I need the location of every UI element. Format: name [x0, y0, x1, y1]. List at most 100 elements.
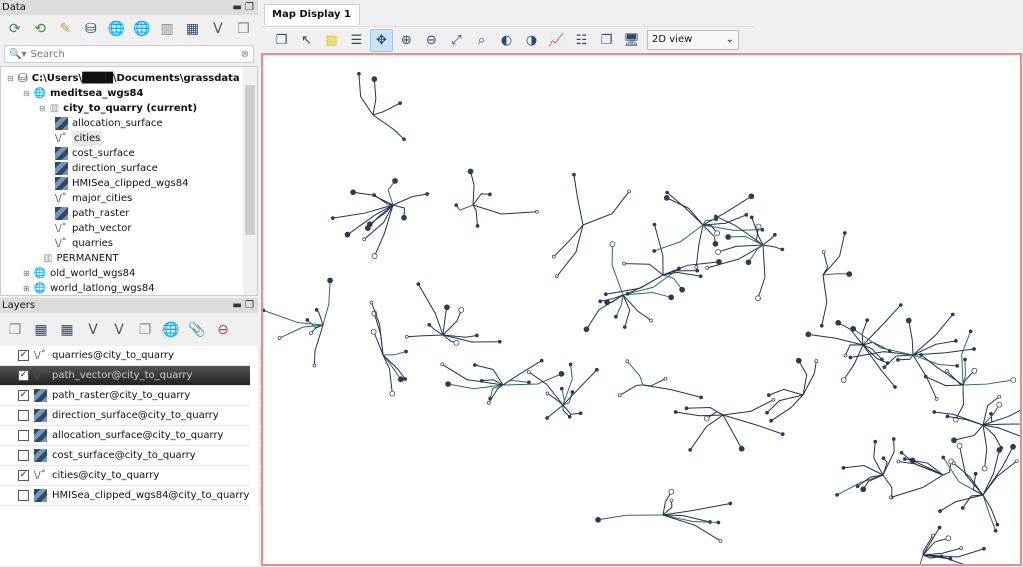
- layer-checkbox[interactable]: ✓: [18, 470, 29, 481]
- clear-search-icon[interactable]: ⊗: [241, 49, 249, 60]
- expander-icon[interactable]: ⊞: [23, 281, 30, 296]
- add-vector-misc-icon[interactable]: V: [108, 319, 130, 341]
- layer-row[interactable]: ✓\/˚path_vector@city_to_quarry▪: [0, 366, 278, 386]
- path-line: [762, 244, 783, 250]
- edit-pencil-icon[interactable]: ✎: [55, 18, 76, 40]
- zoom-out-icon[interactable]: ⊖: [420, 29, 443, 52]
- tree-item[interactable]: cost_surface: [55, 146, 135, 161]
- tree-item[interactable]: ⊟ ▥ city_to_quarry (current): [39, 101, 197, 116]
- tree-item[interactable]: ⊞ 🌐 old_world_wgs84: [23, 266, 135, 281]
- city-point: [714, 230, 720, 237]
- reload-icon[interactable]: ⟳: [4, 18, 25, 40]
- select-icon[interactable]: ▨: [320, 29, 343, 52]
- tree-scrollbar[interactable]: [243, 67, 257, 295]
- path-line: [762, 234, 776, 246]
- map-toolbar: ❐ ↖ ▨ ☰ ✥ ⊕ ⊖ ⤢ ⌕ ◐ ◑ 📈 ☷ ❐ 🖥 2D view ⌄: [262, 26, 754, 53]
- display-icon[interactable]: 🖥: [620, 29, 643, 52]
- tree-item[interactable]: direction_surface: [55, 161, 158, 176]
- zoom-in-icon[interactable]: ⊕: [395, 29, 418, 52]
- city-point: [973, 471, 978, 476]
- layer-row[interactable]: ✓\/˚cities@city_to_quarry▪: [0, 466, 278, 486]
- path-line: [702, 195, 752, 226]
- database-add-icon[interactable]: ⛁: [80, 18, 101, 40]
- zoom-back-icon[interactable]: ◐: [495, 29, 518, 52]
- layer-row[interactable]: HMISea_clipped_wgs84@city_to_quarry▪: [0, 486, 278, 506]
- search-input[interactable]: 🔍▾ Search ⊗: [4, 45, 254, 63]
- add-misc-icon[interactable]: ❐: [134, 319, 156, 341]
- link-icon[interactable]: ❐: [233, 18, 254, 40]
- view-mode-select[interactable]: 2D view ⌄: [647, 30, 739, 50]
- map-canvas[interactable]: [261, 53, 1023, 567]
- city-point: [989, 411, 993, 416]
- tree-item[interactable]: ⊟ ⛁ C:\Users\████\Documents\grassdata: [7, 71, 240, 86]
- add-map-layers-icon[interactable]: ❐: [4, 319, 26, 341]
- layer-row[interactable]: allocation_surface@city_to_quarry▪: [0, 426, 278, 446]
- analyze-icon[interactable]: 📈: [545, 29, 568, 52]
- decorations-icon[interactable]: ☷: [570, 29, 593, 52]
- panel-window-buttons[interactable]: ▬ ❐: [232, 0, 254, 15]
- city-point: [604, 299, 610, 306]
- remove-layer-icon[interactable]: ⊖: [212, 319, 234, 341]
- expander-icon[interactable]: ⊞: [23, 266, 30, 281]
- zoom-region-icon[interactable]: ⌕: [470, 29, 493, 52]
- expander-icon[interactable]: ⊟: [39, 101, 46, 116]
- tree-item[interactable]: \/˚ cities: [55, 131, 103, 146]
- layer-checkbox[interactable]: ✓: [18, 350, 29, 361]
- add-group-icon[interactable]: 📎: [186, 319, 208, 341]
- tree-item[interactable]: ▥ PERMANENT: [39, 251, 119, 266]
- add-web-service-icon[interactable]: 🌐: [160, 319, 182, 341]
- tree-item[interactable]: path_raster: [55, 206, 129, 221]
- city-point: [555, 274, 559, 279]
- raster-import-icon[interactable]: ▦: [182, 18, 203, 40]
- city-point: [956, 442, 963, 449]
- vector-icon: \/˚: [55, 238, 67, 249]
- add-raster-icon[interactable]: ▦: [30, 319, 52, 341]
- expander-icon[interactable]: ⊟: [23, 86, 30, 101]
- layer-row[interactable]: direction_surface@city_to_quarry▪: [0, 406, 278, 426]
- mapset-add-icon[interactable]: ▥: [156, 18, 177, 40]
- city-point: [622, 325, 627, 329]
- layer-checkbox[interactable]: [18, 430, 29, 441]
- city-point: [755, 295, 761, 302]
- pointer-icon[interactable]: ↖: [295, 29, 318, 52]
- zoom-menu-icon[interactable]: ◑: [520, 29, 543, 52]
- zoom-extent-icon[interactable]: ⤢: [445, 29, 468, 52]
- tree-item[interactable]: \/˚ major_cities: [55, 191, 132, 206]
- layer-checkbox[interactable]: [18, 410, 29, 421]
- tree-item[interactable]: allocation_surface: [55, 116, 163, 131]
- save-display-icon[interactable]: ❐: [595, 29, 618, 52]
- panel-window-buttons[interactable]: ▬ ❐: [232, 298, 254, 313]
- path-line: [406, 334, 444, 338]
- layer-checkbox[interactable]: ✓: [18, 390, 29, 401]
- path-line: [666, 197, 704, 226]
- layer-checkbox[interactable]: [18, 490, 29, 501]
- layer-row[interactable]: ✓path_raster@city_to_quarry▪: [0, 386, 278, 406]
- pan-icon[interactable]: ✥: [370, 28, 393, 52]
- location-import-icon[interactable]: 🌐: [131, 18, 152, 40]
- reload-current-icon[interactable]: ⟲: [29, 18, 50, 40]
- layer-row[interactable]: ✓\/˚quarries@city_to_quarry▪: [0, 346, 278, 366]
- layer-row[interactable]: cost_surface@city_to_quarry▪: [0, 446, 278, 466]
- tree-item[interactable]: \/˚ path_vector: [55, 221, 131, 236]
- path-line: [912, 314, 954, 356]
- path-line: [474, 364, 504, 386]
- path-line: [626, 360, 644, 386]
- location-add-icon[interactable]: 🌐: [106, 18, 127, 40]
- render-map-icon[interactable]: ❐: [270, 29, 293, 52]
- layer-checkbox[interactable]: [18, 450, 29, 461]
- add-raster-misc-icon[interactable]: ▦: [56, 319, 78, 341]
- city-point: [968, 329, 973, 334]
- vector-import-icon[interactable]: V: [207, 18, 228, 40]
- tree-item[interactable]: ⊞ 🌐 world_latlong_wgs84: [23, 281, 155, 296]
- layer-checkbox[interactable]: ✓: [18, 370, 29, 381]
- scrollbar-thumb[interactable]: [245, 85, 255, 235]
- tree-item[interactable]: ⊟ 🌐 meditsea_wgs84: [23, 86, 143, 101]
- tree-item[interactable]: \/˚ quarries: [55, 236, 113, 251]
- tree-item[interactable]: HMISea_clipped_wgs84: [55, 176, 188, 191]
- path-line: [622, 294, 652, 321]
- add-vector-icon[interactable]: V: [82, 319, 104, 341]
- tab-map-display-1[interactable]: Map Display 1 ×: [264, 4, 360, 40]
- query-icon[interactable]: ☰: [345, 29, 368, 52]
- expander-icon[interactable]: ⊟: [7, 71, 14, 86]
- path-line: [562, 369, 598, 406]
